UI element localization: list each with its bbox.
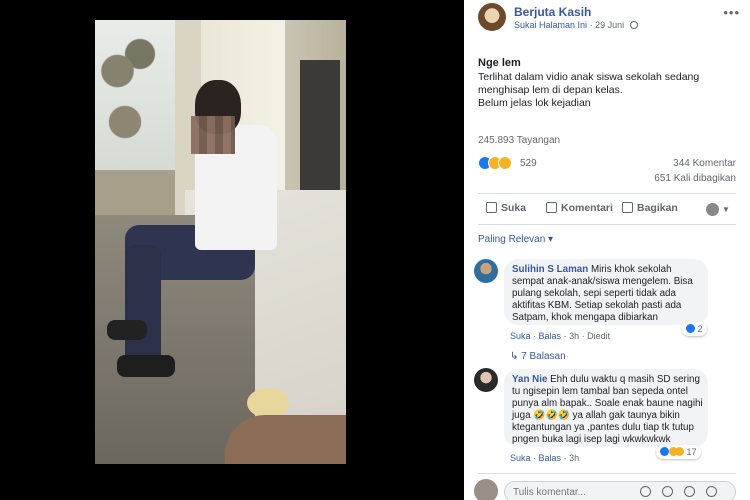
video-player[interactable] (95, 20, 346, 464)
post-body: Terlihat dalam vidio anak siswa sekolah … (478, 71, 728, 110)
post-as-selector[interactable]: ▼ (706, 203, 732, 217)
camera-icon[interactable] (662, 486, 673, 497)
post-body-line: Terlihat dalam vidio anak siswa sekolah … (478, 71, 700, 83)
post-header: Berjuta Kasih Sukai Halaman Ini · 29 Jun… (478, 3, 740, 33)
comment-icon (546, 202, 557, 213)
post-date[interactable]: 29 Juni (595, 20, 624, 30)
comment-time[interactable]: 3h (569, 453, 579, 463)
comment-line: Ehh dulu waktu q masih SD sering (550, 374, 700, 385)
divider (478, 473, 736, 474)
sad-reaction-icon (675, 447, 684, 456)
comment-count[interactable]: 344 Komentar (673, 158, 736, 169)
comment-line: Satpam, khok mengapa dibiarkan (512, 312, 658, 323)
divider (478, 193, 736, 194)
comment-sort-dropdown[interactable]: Paling Relevan ▾ (478, 234, 553, 245)
commenter-name[interactable]: Sulihin S Laman (512, 264, 588, 275)
comment-button-label: Komentari (561, 202, 613, 214)
view-count: 245.893 Tayangan (478, 135, 561, 146)
comment-meta: Suka · Balas · 3h · Diedit (510, 331, 611, 341)
reaction-count[interactable]: 529 (520, 158, 537, 169)
like-page-link[interactable]: Sukai Halaman Ini (514, 20, 587, 30)
view-replies-link[interactable]: ↳ 7 Balasan (510, 351, 566, 362)
video-door (300, 60, 340, 200)
page-avatar[interactable] (478, 3, 506, 31)
comment-line: ktegantungan ya ,pantes dulu tiap tk tut… (512, 422, 694, 433)
share-icon (622, 202, 633, 213)
globe-icon (629, 21, 638, 29)
comment-text: Sulihin S Laman Miris khok sekolah sempa… (512, 264, 704, 324)
like-reaction-icon (660, 447, 669, 456)
avatar (474, 479, 498, 500)
sticker-icon[interactable] (706, 486, 717, 497)
comment-bubble: Yan Nie Ehh dulu waktu q masih SD sering… (504, 369, 708, 447)
video-trees (95, 20, 170, 190)
comment-line: juga 🤣🤣🤣 ya allah gak taunya bikin (512, 410, 680, 421)
emoji-icon[interactable] (640, 486, 651, 497)
commenter-name[interactable]: Yan Nie (512, 374, 547, 385)
comment-line: Miris khok sekolah (590, 264, 672, 275)
comment-reaction-count: 2 (697, 324, 703, 334)
comment-input-tools (640, 486, 730, 498)
comment-reaction-count: 17 (686, 447, 697, 457)
video-student-leg (125, 245, 161, 365)
share-button[interactable]: Bagikan (622, 202, 678, 214)
post-body-line: Belum jelas lok kejadian (478, 97, 591, 109)
comment-first-line: Yan Nie Ehh dulu waktu q masih SD sering (512, 374, 704, 386)
thumbs-up-icon (486, 202, 497, 213)
post-panel: Berjuta Kasih Sukai Halaman Ini · 29 Jun… (464, 0, 750, 500)
comment-line: tu ngisepin lem tambal ban sepeda ontel (512, 386, 688, 397)
comment-button[interactable]: Komentari (546, 202, 613, 214)
more-options-button[interactable]: ••• (723, 5, 740, 20)
chevron-down-icon: ▼ (722, 205, 730, 214)
gif-icon[interactable] (684, 486, 695, 497)
comment-like-link[interactable]: Suka (510, 331, 531, 341)
video-plate (247, 388, 289, 418)
comment-like-link[interactable]: Suka (510, 453, 531, 463)
comment-line: pulang sekolah, sepi seperti tidak ada (512, 288, 676, 299)
post-body-line: menghisap lem di depan kelas. (478, 84, 623, 96)
video-face-blur (191, 116, 235, 154)
video-area (0, 0, 464, 500)
video-shoe-left (107, 320, 147, 340)
comment-reply-link[interactable]: Balas (539, 453, 562, 463)
comment-bubble: Sulihin S Laman Miris khok sekolah sempa… (504, 259, 708, 325)
comment-time[interactable]: 3h (569, 331, 579, 341)
facebook-video-viewer: Berjuta Kasih Sukai Halaman Ini · 29 Jun… (0, 0, 750, 500)
comment-reply-link[interactable]: Balas (539, 331, 562, 341)
comment-first-line: Sulihin S Laman Miris khok sekolah (512, 264, 704, 276)
like-button[interactable]: Suka (486, 202, 526, 214)
avatar (706, 203, 719, 216)
video-shoe-right (117, 355, 175, 377)
commenter-avatar[interactable] (474, 368, 498, 392)
video-hand (225, 415, 346, 464)
like-button-label: Suka (501, 202, 527, 214)
comment-line: punya alm bapak.. Soale enak baune nagih… (512, 398, 703, 409)
sad-reaction-icon (498, 156, 512, 170)
page-name[interactable]: Berjuta Kasih (514, 5, 591, 19)
comment-line: sempat anak-anak/siswa mengelem. Bisa (512, 276, 693, 287)
post-title: Nge lem (478, 57, 521, 69)
post-subline: Sukai Halaman Ini · 29 Juni (514, 20, 638, 30)
action-bar: Suka Komentari Bagikan ▼ (478, 199, 736, 221)
comment-line: aktifitas KBM. Setiap sekolah pasti ada (512, 300, 682, 311)
commenter-avatar[interactable] (474, 259, 498, 283)
comment-reactions[interactable]: 17 (656, 445, 701, 459)
comment-reactions[interactable]: 2 (682, 322, 707, 336)
comment-text: Yan Nie Ehh dulu waktu q masih SD sering… (512, 374, 704, 446)
divider (478, 224, 736, 225)
share-button-label: Bagikan (637, 202, 678, 214)
comment-meta: Suka · Balas · 3h (510, 453, 580, 463)
like-reaction-icon (686, 324, 695, 333)
comment-edited[interactable]: Diedit (587, 331, 610, 341)
share-count[interactable]: 651 Kali dibagikan (654, 173, 736, 184)
